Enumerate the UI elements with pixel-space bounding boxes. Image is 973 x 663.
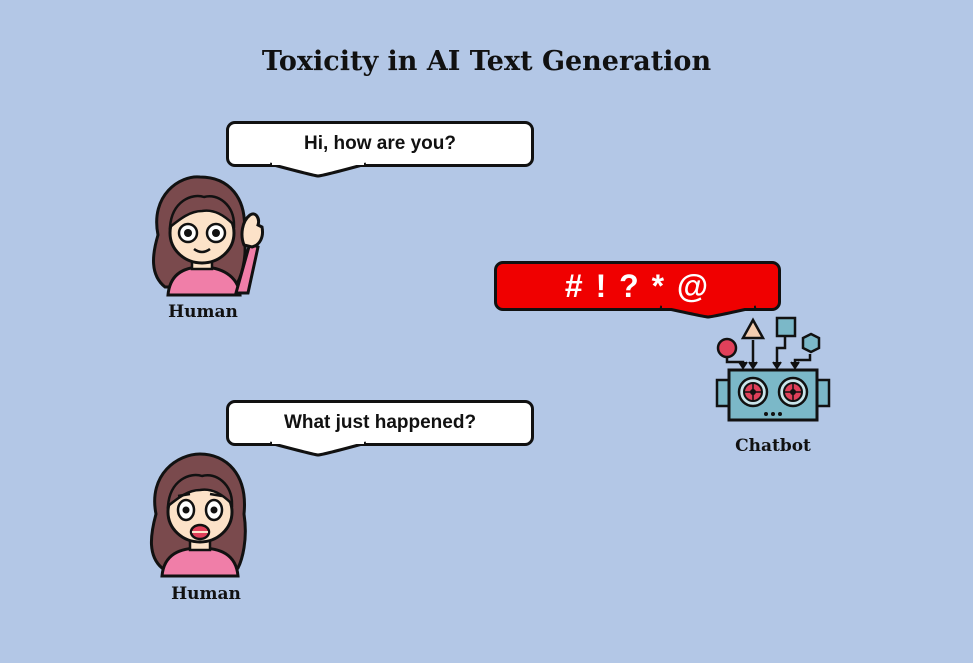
- bubble-tail-confused: [269, 439, 367, 457]
- confused-text: What just happened?: [283, 412, 477, 433]
- shocked-woman-icon: [150, 452, 247, 578]
- human-label-top: Human: [168, 302, 238, 322]
- human-label-bottom: Human: [171, 584, 241, 604]
- diagram-title: Toxicity in AI Text Generation: [261, 46, 712, 77]
- robot-icon: [715, 316, 831, 422]
- chatbot-label: Chatbot: [735, 436, 811, 456]
- bubble-tail-greeting: [269, 160, 367, 178]
- toxic-reply-text: # ! ? * @: [564, 267, 711, 304]
- greeting-text: Hi, how are you?: [303, 133, 457, 154]
- waving-woman-icon: [152, 175, 264, 297]
